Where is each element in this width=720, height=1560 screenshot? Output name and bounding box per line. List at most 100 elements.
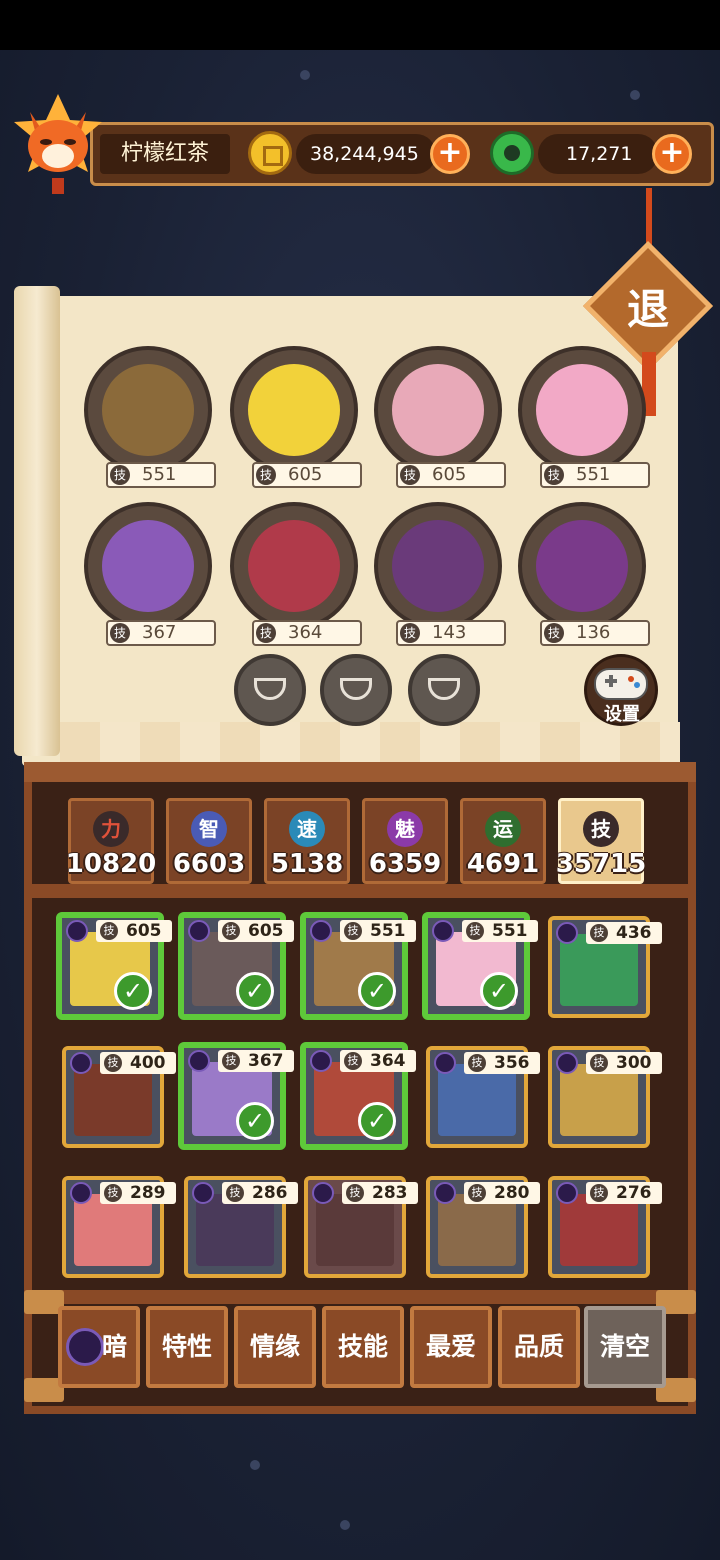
stat-tab-skill[interactable]: 技 35715 [556,798,646,884]
team-hero-slot[interactable] [374,346,502,474]
card-badge: 技 276 [556,1182,662,1204]
card-badge: 技 289 [70,1182,176,1204]
dark-moon-icon [432,920,454,942]
team-hero-slot[interactable] [230,346,358,474]
dark-moon-icon [556,1182,578,1204]
skill-icon: 技 [110,623,130,643]
hero-skill-value: 技 605 [396,462,506,488]
skill-icon: 技 [110,465,130,485]
shelf-top-beam [24,762,696,782]
hero-card[interactable]: 技 280 [426,1176,540,1278]
selected-check-icon: ✓ [358,1102,396,1140]
empty-slot-bowl[interactable] [234,654,306,726]
skill-icon: 技 [400,465,420,485]
skill-icon: 技 [222,922,240,940]
dark-moon-icon [312,1182,334,1204]
player-avatar[interactable] [10,92,106,202]
filter-trait-button[interactable]: 特性 [146,1306,228,1388]
stat-tab-strength[interactable]: 力 10820 [65,798,157,884]
gold-amount: 38,244,945 [296,134,436,174]
skill-icon: 技 [346,1184,364,1202]
filter-quality-button[interactable]: 品质 [498,1306,580,1388]
filter-favorite-button[interactable]: 最爱 [410,1306,492,1388]
filter-dark-button[interactable]: 暗 [58,1306,140,1388]
hero-card[interactable]: 技 605 ✓ [56,912,172,1020]
filter-bond-button[interactable]: 情缘 [234,1306,316,1388]
skill-icon: 技 [222,1052,240,1070]
hero-card[interactable]: 技 364 ✓ [300,1042,416,1150]
card-badge: 技 286 [192,1182,298,1204]
card-badge: 技 300 [556,1052,662,1074]
card-badge: 技 367 [188,1050,294,1072]
selected-check-icon: ✓ [358,972,396,1010]
filter-skill-button[interactable]: 技能 [322,1306,404,1388]
scroll-wave-pattern [60,722,680,766]
dark-moon-icon [66,920,88,942]
card-skill-number: 400 [130,1053,166,1073]
jade-amount: 17,271 [538,134,658,174]
hero-card[interactable]: 技 289 [62,1176,176,1278]
skill-icon: 技 [590,924,608,942]
team-hero-slot[interactable] [84,346,212,474]
team-hero-slot[interactable] [230,502,358,630]
hero-card[interactable]: 技 286 [184,1176,298,1278]
team-hero-slot[interactable] [518,502,646,630]
card-badge: 技 551 [432,920,538,942]
card-skill-value: 技 286 [222,1182,298,1204]
jade-value: 17,271 [566,143,633,165]
card-skill-number: 605 [126,921,162,941]
card-badge: 技 605 [188,920,294,942]
hero-skill-number: 367 [142,622,177,643]
hero-skill-value: 技 143 [396,620,506,646]
stat-tab-intellect[interactable]: 智 6603 [166,798,252,884]
card-skill-number: 436 [616,923,652,943]
stat-tab-speed[interactable]: 速 5138 [264,798,350,884]
filter-label: 暗 [102,1332,128,1361]
gamepad-icon [594,668,648,700]
skill-icon: 技 [583,811,619,847]
hero-card[interactable]: 技 551 ✓ [300,912,416,1020]
luck-icon: 运 [485,811,521,847]
team-hero-slot[interactable] [518,346,646,474]
hero-card[interactable]: 技 300 [548,1046,662,1148]
dark-moon-icon [188,1050,210,1072]
stat-tab-charm[interactable]: 魅 6359 [362,798,448,884]
selected-check-icon: ✓ [480,972,518,1010]
hero-card[interactable]: 技 276 [548,1176,662,1278]
hero-skill-value: 技 364 [252,620,362,646]
hero-skill-number: 364 [288,622,323,643]
hero-card[interactable]: 技 551 ✓ [422,912,538,1020]
empty-slot-bowl[interactable] [320,654,392,726]
clear-button[interactable]: 清空 [584,1306,666,1388]
dark-moon-icon [556,922,578,944]
add-jade-button[interactable]: + [652,134,692,174]
card-badge: 技 605 [66,920,172,942]
card-badge: 技 400 [70,1052,176,1074]
star-dot [300,70,310,80]
team-hero-slot[interactable] [374,502,502,630]
hero-card[interactable]: 技 400 [62,1046,176,1148]
card-skill-value: 技 605 [218,920,294,942]
card-skill-number: 364 [370,1051,406,1071]
team-hero-slot[interactable] [84,502,212,630]
card-skill-value: 技 436 [586,922,662,944]
add-gold-button[interactable]: + [430,134,470,174]
card-skill-value: 技 605 [96,920,172,942]
hero-card[interactable]: 技 605 ✓ [178,912,294,1020]
card-skill-value: 技 276 [586,1182,662,1204]
selected-check-icon: ✓ [236,1102,274,1140]
dark-moon-icon [434,1182,456,1204]
hero-card[interactable]: 技 283 [304,1176,418,1278]
stat-value: 10820 [65,849,157,879]
card-badge: 技 551 [310,920,416,942]
player-name: 柠檬红茶 [100,134,230,174]
hero-card[interactable]: 技 367 ✓ [178,1042,294,1150]
hero-card[interactable]: 技 436 [548,916,662,1018]
stat-tab-luck[interactable]: 运 4691 [460,798,546,884]
card-skill-number: 356 [494,1053,530,1073]
dark-moon-icon [188,920,210,942]
empty-slot-bowl[interactable] [408,654,480,726]
selected-check-icon: ✓ [114,972,152,1010]
hero-card[interactable]: 技 356 [426,1046,540,1148]
setting-label: 设置 [604,704,640,725]
